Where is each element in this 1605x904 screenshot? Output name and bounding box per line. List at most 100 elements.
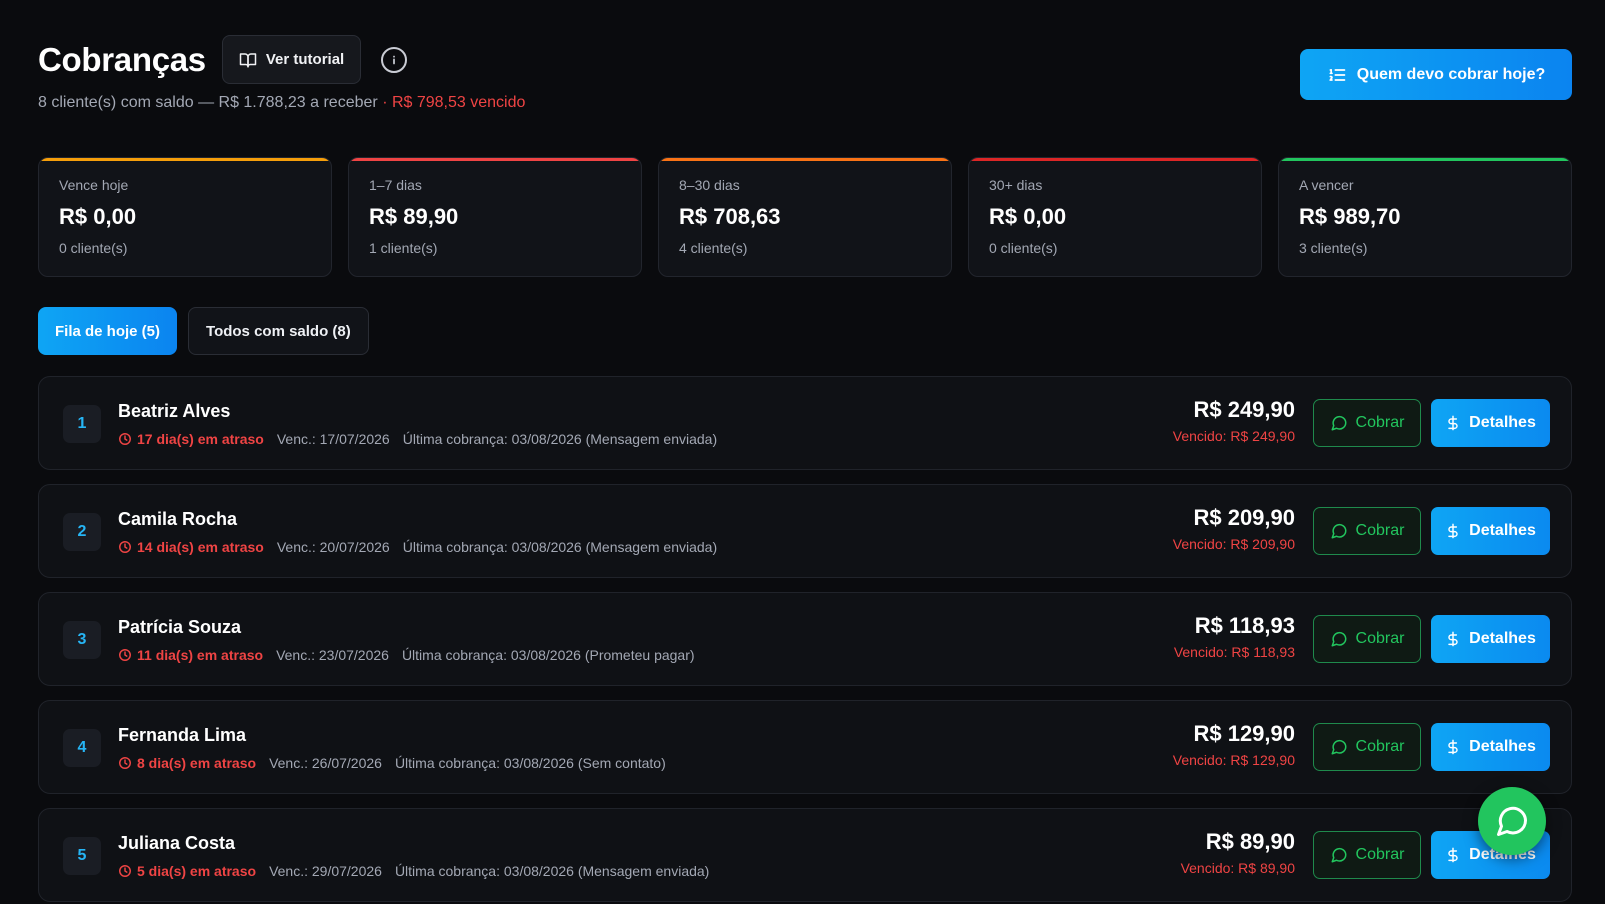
late-status: 17 dia(s) em atraso (118, 431, 264, 447)
row-meta: 14 dia(s) em atraso Venc.: 20/07/2026 Úl… (118, 539, 717, 555)
info-icon[interactable] (381, 46, 408, 73)
overdue-amount: Vencido: R$ 89,90 (1180, 860, 1295, 876)
balance-amount: R$ 118,93 (1194, 613, 1295, 638)
cobrar-label: Cobrar (1355, 630, 1405, 647)
tutorial-button-label: Ver tutorial (265, 51, 345, 68)
client-name: Camila Rocha (118, 509, 238, 529)
summary-card-today[interactable]: Vence hoje R$ 0,00 0 cliente(s) (38, 157, 332, 277)
card-label: 30+ dias (989, 177, 1043, 193)
message-circle-icon (1331, 631, 1347, 647)
cobrar-button[interactable]: Cobrar (1313, 723, 1421, 771)
due-date: Venc.: 20/07/2026 (276, 539, 390, 555)
title-row: Cobranças Ver tutorial (38, 35, 408, 84)
detalhes-label: Detalhes (1469, 414, 1536, 431)
due-date: Venc.: 17/07/2026 (276, 431, 390, 447)
card-value: R$ 708,63 (679, 204, 781, 229)
row-meta: 5 dia(s) em atraso Venc.: 29/07/2026 Últ… (118, 863, 709, 879)
rank-badge: 1 (63, 405, 101, 443)
card-label: A vencer (1299, 177, 1354, 193)
tab-all-with-balance[interactable]: Todos com saldo (8) (188, 307, 369, 355)
cobrar-label: Cobrar (1355, 522, 1405, 539)
card-accent-bar (659, 158, 951, 161)
rank-badge: 3 (63, 621, 101, 659)
rank-badge: 5 (63, 837, 101, 875)
message-circle-icon (1331, 847, 1347, 863)
clock-icon (119, 541, 131, 553)
due-date: Venc.: 23/07/2026 (276, 647, 389, 663)
card-accent-bar (349, 158, 641, 161)
card-count: 4 cliente(s) (679, 240, 748, 256)
detalhes-label: Detalhes (1469, 630, 1536, 647)
clock-icon (119, 757, 131, 769)
cobrar-label: Cobrar (1355, 738, 1405, 755)
message-circle-icon (1331, 523, 1347, 539)
cobrar-button[interactable]: Cobrar (1313, 831, 1421, 879)
row-meta: 11 dia(s) em atraso Venc.: 23/07/2026 Úl… (118, 647, 695, 663)
message-circle-icon (1331, 739, 1347, 755)
card-count: 0 cliente(s) (59, 240, 128, 256)
card-accent-bar (969, 158, 1261, 161)
card-value: R$ 0,00 (989, 204, 1067, 229)
cobrar-label: Cobrar (1355, 414, 1405, 431)
detalhes-button[interactable]: Detalhes (1431, 507, 1550, 555)
client-name: Juliana Costa (118, 833, 236, 853)
detalhes-button[interactable]: Detalhes (1431, 723, 1550, 771)
queue-row: 3 Patrícia Souza 11 dia(s) em atraso Ven… (38, 592, 1572, 686)
cobrar-button[interactable]: Cobrar (1313, 399, 1421, 447)
balance-amount: R$ 209,90 (1193, 505, 1295, 530)
summary-card-1-7-days[interactable]: 1–7 dias R$ 89,90 1 cliente(s) (348, 157, 642, 277)
detalhes-button[interactable]: Detalhes (1431, 615, 1550, 663)
row-amounts: R$ 118,93 Vencido: R$ 118,93 (1174, 613, 1295, 660)
balance-amount: R$ 89,90 (1205, 829, 1295, 854)
queue-row: 4 Fernanda Lima 8 dia(s) em atraso Venc.… (38, 700, 1572, 794)
summary-card-8-30-days[interactable]: 8–30 dias R$ 708,63 4 cliente(s) (658, 157, 952, 277)
row-amounts: R$ 89,90 Vencido: R$ 89,90 (1181, 829, 1295, 876)
whatsapp-icon (1497, 806, 1528, 836)
page-title: Cobranças (38, 40, 206, 78)
dollar-sign-icon (1448, 739, 1458, 755)
dollar-sign-icon (1448, 847, 1458, 863)
late-status: 14 dia(s) em atraso (118, 539, 264, 555)
client-name: Fernanda Lima (118, 725, 247, 745)
card-accent-bar (39, 158, 331, 161)
client-name: Beatriz Alves (118, 401, 231, 421)
cobrar-label: Cobrar (1355, 846, 1405, 863)
last-charge: Última cobrança: 03/08/2026 (Sem contato… (394, 755, 666, 771)
summary-card-30-plus-days[interactable]: 30+ dias R$ 0,00 0 cliente(s) (968, 157, 1262, 277)
list-ordered-icon (1329, 68, 1346, 81)
whatsapp-chat-button[interactable] (1478, 787, 1546, 855)
card-value: R$ 89,90 (369, 204, 459, 229)
cobrar-button[interactable]: Cobrar (1313, 507, 1421, 555)
card-label: Vence hoje (59, 177, 129, 193)
summary-card-upcoming[interactable]: A vencer R$ 989,70 3 cliente(s) (1278, 157, 1572, 277)
late-status: 5 dia(s) em atraso (118, 863, 256, 879)
last-charge: Última cobrança: 03/08/2026 (Mensagem en… (402, 539, 718, 555)
dollar-sign-icon (1448, 523, 1458, 539)
client-name: Patrícia Souza (118, 617, 242, 637)
who-to-charge-button[interactable]: Quem devo cobrar hoje? (1300, 49, 1572, 100)
clock-icon (119, 865, 131, 877)
message-circle-icon (1331, 415, 1347, 431)
last-charge: Última cobrança: 03/08/2026 (Mensagem en… (402, 431, 718, 447)
queue-row: 1 Beatriz Alves 17 dia(s) em atraso Venc… (38, 376, 1572, 470)
tutorial-button[interactable]: Ver tutorial (221, 35, 362, 84)
detalhes-label: Detalhes (1469, 738, 1536, 755)
tab-today-queue[interactable]: Fila de hoje (5) (38, 307, 178, 355)
card-value: R$ 0,00 (59, 204, 137, 229)
card-label: 8–30 dias (679, 177, 740, 193)
row-meta: 17 dia(s) em atraso Venc.: 17/07/2026 Úl… (118, 431, 717, 447)
detalhes-button[interactable]: Detalhes (1431, 399, 1550, 447)
queue-tabs: Fila de hoje (5) Todos com saldo (8) (38, 307, 369, 355)
late-days: 11 dia(s) em atraso (137, 647, 264, 663)
due-date: Venc.: 29/07/2026 (269, 863, 382, 879)
cobrar-button[interactable]: Cobrar (1313, 615, 1421, 663)
row-amounts: R$ 129,90 Vencido: R$ 129,90 (1173, 721, 1295, 768)
queue-list: 1 Beatriz Alves 17 dia(s) em atraso Venc… (38, 376, 1572, 904)
late-status: 8 dia(s) em atraso (118, 755, 256, 771)
card-count: 1 cliente(s) (369, 240, 438, 256)
dollar-sign-icon (1448, 631, 1458, 647)
late-days: 14 dia(s) em atraso (137, 539, 264, 555)
clock-icon (119, 649, 131, 661)
cta-label: Quem devo cobrar hoje? (1356, 65, 1546, 83)
last-charge: Última cobrança: 03/08/2026 (Mensagem en… (394, 863, 710, 879)
